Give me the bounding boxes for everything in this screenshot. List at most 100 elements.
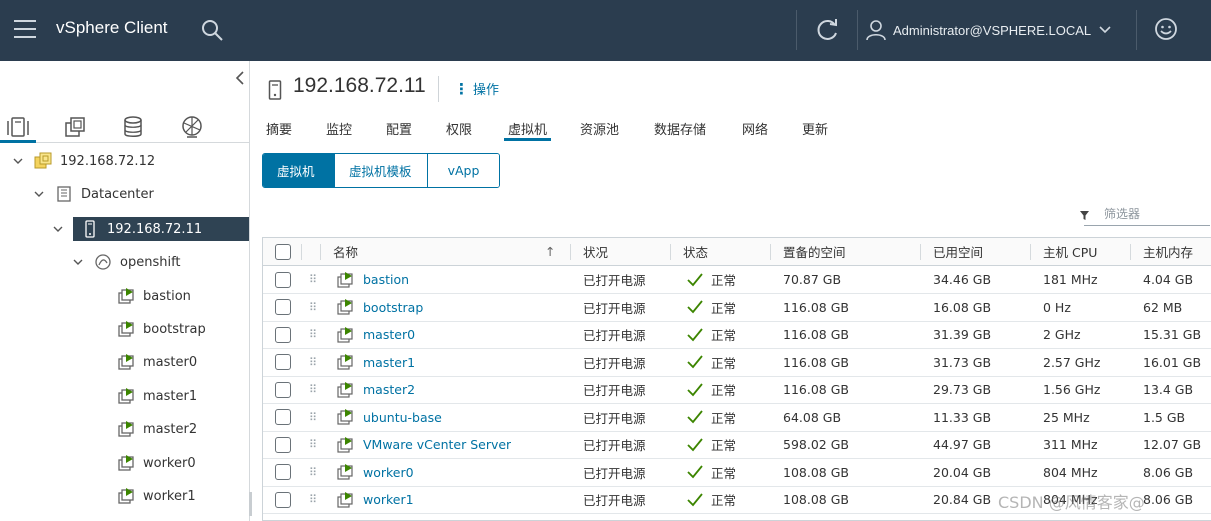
tree-node-vm[interactable]: bootstrap — [117, 317, 206, 341]
tree-node-vm[interactable]: master0 — [117, 350, 197, 374]
tree-node-vm[interactable]: master2 — [117, 417, 197, 441]
tab-updates[interactable]: 更新 — [802, 115, 828, 141]
tree-node-vm[interactable]: worker0 — [117, 451, 196, 475]
drag-handle-icon[interactable]: ⠿ — [309, 266, 316, 293]
row-checkbox[interactable] — [275, 381, 291, 398]
drag-handle-icon[interactable]: ⠿ — [309, 376, 316, 403]
vm-name-link[interactable]: worker1 — [363, 492, 414, 507]
tree-node-label: master2 — [143, 421, 198, 437]
segment-vms[interactable]: 虚拟机 — [263, 154, 335, 187]
vm-host-cpu: 0 Hz — [1043, 299, 1071, 315]
column-header-condition[interactable]: 状况 — [583, 238, 608, 265]
chevron-down-icon[interactable] — [33, 188, 45, 200]
drag-handle-icon[interactable]: ⠿ — [309, 459, 316, 486]
tree-node-vm[interactable]: bastion — [117, 284, 191, 308]
tree-node-resource-pool[interactable]: openshift — [72, 250, 242, 274]
table-row[interactable]: ⠿ bastion 已打开电源 正常 70.87 GB 34.46 GB 181… — [263, 266, 1211, 294]
vm-name-cell: bootstrap — [337, 294, 423, 321]
chevron-down-icon[interactable] — [12, 155, 24, 167]
row-checkbox[interactable] — [275, 491, 291, 508]
filter-input[interactable] — [1104, 206, 1208, 221]
tree-node-host[interactable]: 192.168.72.11 — [52, 217, 249, 241]
vm-powered-on-icon — [118, 321, 134, 337]
segment-vapp[interactable]: vApp — [428, 154, 499, 187]
vm-name-link[interactable]: master0 — [363, 327, 415, 342]
vm-name-link[interactable]: master2 — [363, 382, 415, 397]
divider — [770, 244, 771, 260]
networking-tab[interactable] — [174, 111, 210, 143]
row-select-cell — [275, 321, 291, 348]
drag-handle-icon[interactable]: ⠿ — [309, 404, 316, 431]
vm-used-space: 44.97 GB — [933, 437, 992, 452]
check-icon — [687, 410, 703, 424]
vms-and-templates-tab[interactable] — [57, 111, 93, 143]
user-menu[interactable]: Administrator@VSPHERE.LOCAL — [866, 18, 1111, 42]
row-checkbox[interactable] — [275, 299, 291, 315]
segment-vm-templates[interactable]: 虚拟机模板 — [335, 154, 428, 187]
storage-tab[interactable] — [115, 111, 151, 143]
row-checkbox[interactable] — [275, 409, 291, 425]
vm-name-link[interactable]: VMware vCenter Server — [363, 437, 511, 452]
select-all-checkbox[interactable] — [275, 243, 291, 260]
vm-name-link[interactable]: master1 — [363, 355, 415, 370]
vm-name-link[interactable]: bootstrap — [363, 300, 423, 315]
column-header-status[interactable]: 状态 — [683, 238, 708, 265]
chevron-down-icon[interactable] — [52, 223, 64, 235]
drag-handle-icon[interactable]: ⠿ — [309, 294, 316, 321]
check-icon — [687, 355, 703, 369]
tree-node-datacenter[interactable]: Datacenter — [33, 182, 233, 206]
vm-used-space: 29.73 GB — [933, 382, 992, 397]
table-row[interactable]: ⠿ master0 已打开电源 正常 116.08 GB 31.39 GB 2 … — [263, 321, 1211, 349]
column-header-used[interactable]: 已用空间 — [933, 238, 983, 265]
drag-handle-icon[interactable]: ⠿ — [309, 349, 316, 376]
hosts-and-clusters-tab[interactable] — [0, 111, 36, 143]
table-row[interactable]: ⠿ master2 已打开电源 正常 116.08 GB 29.73 GB 1.… — [263, 376, 1211, 404]
vm-provisioned-space: 64.08 GB — [783, 409, 842, 425]
tab-resource-pools[interactable]: 资源池 — [580, 115, 619, 141]
chevron-down-icon[interactable] — [72, 256, 84, 268]
vm-host-memory: 15.31 GB — [1143, 327, 1202, 342]
column-header-cpu[interactable]: 主机 CPU — [1043, 238, 1097, 265]
table-row[interactable]: ⠿ VMware vCenter Server 已打开电源 正常 598.02 … — [263, 431, 1211, 459]
tree-node-vm[interactable]: master1 — [117, 384, 197, 408]
tab-summary[interactable]: 摘要 — [266, 115, 292, 141]
vm-name-link[interactable]: ubuntu-base — [363, 410, 442, 425]
tab-networks[interactable]: 网络 — [742, 115, 768, 141]
tree-node-vcenter[interactable]: 192.168.72.12 — [12, 149, 232, 173]
drag-handle-icon[interactable]: ⠿ — [309, 321, 316, 348]
row-checkbox[interactable] — [275, 271, 291, 288]
app-title[interactable]: vSphere Client — [56, 18, 168, 38]
row-checkbox[interactable] — [275, 326, 291, 343]
table-row[interactable]: ⠿ bootstrap 已打开电源 正常 116.08 GB 16.08 GB … — [263, 294, 1211, 322]
check-icon — [687, 437, 703, 451]
vm-name-link[interactable]: worker0 — [363, 465, 414, 480]
table-row[interactable]: ⠿ worker0 已打开电源 正常 108.08 GB 20.04 GB 80… — [263, 459, 1211, 487]
vm-name-link[interactable]: bastion — [363, 272, 409, 287]
search-icon[interactable] — [200, 18, 224, 42]
selected-host[interactable]: 192.168.72.11 — [73, 217, 249, 241]
row-checkbox[interactable] — [275, 464, 291, 480]
sort-ascending-icon[interactable]: ↑ — [545, 238, 555, 265]
refresh-icon[interactable] — [814, 16, 840, 44]
smiley-icon[interactable] — [1154, 17, 1178, 41]
drag-handle-icon[interactable]: ⠿ — [309, 431, 316, 458]
hamburger-menu-icon[interactable] — [14, 20, 36, 40]
column-header-provisioned[interactable]: 置备的空间 — [783, 238, 846, 265]
tree-node-vm[interactable]: worker1 — [117, 484, 196, 508]
table-row[interactable]: ⠿ ubuntu-base 已打开电源 正常 64.08 GB 11.33 GB… — [263, 404, 1211, 432]
row-checkbox[interactable] — [275, 354, 291, 370]
tab-vms[interactable]: 虚拟机 — [504, 115, 551, 141]
tab-monitor[interactable]: 监控 — [326, 115, 352, 141]
drag-handle-icon[interactable]: ⠿ — [309, 486, 316, 513]
actions-menu-button[interactable]: ⋮ 操作 — [454, 79, 499, 99]
row-checkbox[interactable] — [275, 436, 291, 453]
column-header-name[interactable]: 名称 — [333, 238, 358, 265]
tab-permissions[interactable]: 权限 — [446, 115, 472, 141]
column-header-memory[interactable]: 主机内存 — [1143, 238, 1193, 265]
tree-node-label: bastion — [143, 288, 191, 304]
tab-datastores[interactable]: 数据存储 — [654, 115, 706, 141]
table-row[interactable]: ⠿ master1 已打开电源 正常 116.08 GB 31.73 GB 2.… — [263, 349, 1211, 377]
check-icon — [687, 272, 703, 286]
tab-configure[interactable]: 配置 — [386, 115, 412, 141]
chevron-left-icon[interactable] — [234, 71, 246, 85]
